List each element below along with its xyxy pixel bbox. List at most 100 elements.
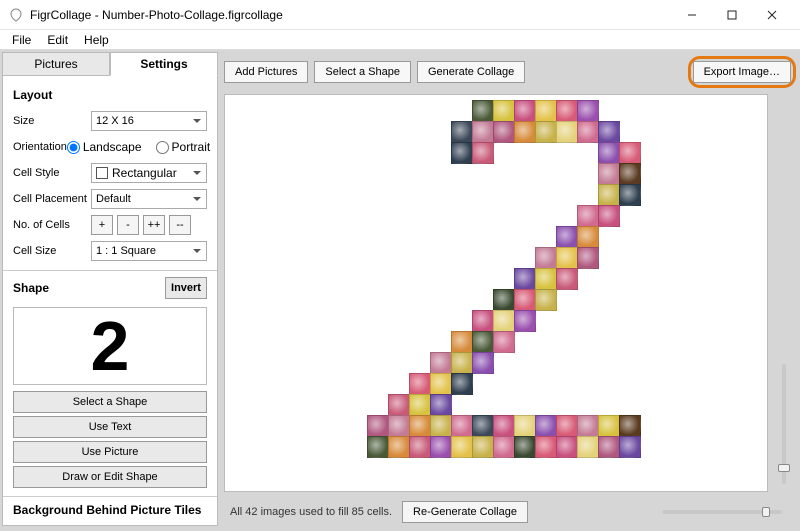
collage-cell[interactable]	[577, 121, 599, 143]
vertical-slider-thumb[interactable]	[778, 464, 790, 472]
collage-cell[interactable]	[535, 415, 557, 437]
collage-cell[interactable]	[451, 142, 473, 164]
collage-cell[interactable]	[493, 310, 515, 332]
orientation-portrait[interactable]: Portrait	[156, 140, 211, 154]
collage-cell[interactable]	[514, 268, 536, 290]
use-picture-button[interactable]: Use Picture	[13, 441, 207, 463]
collage-cell[interactable]	[430, 436, 452, 458]
collage-cell[interactable]	[556, 247, 578, 269]
nocells-minus[interactable]: -	[117, 215, 139, 235]
collage-cell[interactable]	[514, 289, 536, 311]
collage-cell[interactable]	[514, 121, 536, 143]
close-button[interactable]	[752, 0, 792, 29]
horizontal-zoom-slider[interactable]	[538, 510, 790, 514]
orientation-landscape[interactable]: Landscape	[67, 140, 142, 154]
portrait-radio[interactable]	[156, 141, 169, 154]
draw-shape-button[interactable]: Draw or Edit Shape	[13, 466, 207, 488]
collage-cell[interactable]	[535, 436, 557, 458]
collage-cell[interactable]	[577, 226, 599, 248]
use-text-button[interactable]: Use Text	[13, 416, 207, 438]
collage-cell[interactable]	[619, 184, 641, 206]
maximize-button[interactable]	[712, 0, 752, 29]
collage-cell[interactable]	[472, 352, 494, 374]
collage-cell[interactable]	[493, 436, 515, 458]
collage-cell[interactable]	[577, 205, 599, 227]
cellsize-combo[interactable]: 1 : 1 Square	[91, 241, 207, 261]
collage-cell[interactable]	[619, 436, 641, 458]
collage-cell[interactable]	[493, 331, 515, 353]
collage-cell[interactable]	[472, 310, 494, 332]
landscape-radio[interactable]	[67, 141, 80, 154]
collage-cell[interactable]	[556, 415, 578, 437]
collage-cell[interactable]	[472, 415, 494, 437]
collage-cell[interactable]	[556, 436, 578, 458]
collage-cell[interactable]	[388, 415, 410, 437]
collage-cell[interactable]	[598, 121, 620, 143]
select-shape-top-button[interactable]: Select a Shape	[314, 61, 411, 83]
collage-cell[interactable]	[598, 436, 620, 458]
collage-cell[interactable]	[451, 331, 473, 353]
nocells-minusminus[interactable]: --	[169, 215, 191, 235]
collage-cell[interactable]	[451, 436, 473, 458]
collage-cell[interactable]	[472, 436, 494, 458]
collage-cell[interactable]	[577, 415, 599, 437]
generate-collage-button[interactable]: Generate Collage	[417, 61, 525, 83]
menu-help[interactable]: Help	[76, 31, 117, 49]
collage-cell[interactable]	[598, 415, 620, 437]
collage-cell[interactable]	[493, 100, 515, 122]
collage-cell[interactable]	[409, 394, 431, 416]
collage-cell[interactable]	[493, 121, 515, 143]
collage-cell[interactable]	[388, 394, 410, 416]
menu-file[interactable]: File	[4, 31, 39, 49]
collage-cell[interactable]	[535, 268, 557, 290]
nocells-plus[interactable]: +	[91, 215, 113, 235]
collage-cell[interactable]	[409, 436, 431, 458]
cellplacement-combo[interactable]: Default	[91, 189, 207, 209]
collage-cell[interactable]	[451, 373, 473, 395]
collage-cell[interactable]	[619, 163, 641, 185]
collage-cell[interactable]	[556, 268, 578, 290]
collage-cell[interactable]	[514, 436, 536, 458]
collage-cell[interactable]	[409, 373, 431, 395]
collage-cell[interactable]	[556, 226, 578, 248]
add-pictures-button[interactable]: Add Pictures	[224, 61, 308, 83]
horizontal-slider-thumb[interactable]	[762, 507, 770, 517]
minimize-button[interactable]	[672, 0, 712, 29]
collage-cell[interactable]	[388, 436, 410, 458]
collage-cell[interactable]	[556, 100, 578, 122]
collage-cell[interactable]	[598, 142, 620, 164]
collage-cell[interactable]	[598, 163, 620, 185]
tab-pictures[interactable]: Pictures	[2, 52, 110, 76]
collage-cell[interactable]	[535, 289, 557, 311]
cellstyle-combo[interactable]: Rectangular	[91, 163, 207, 183]
collage-cell[interactable]	[430, 415, 452, 437]
nocells-plusplus[interactable]: ++	[143, 215, 165, 235]
collage-cell[interactable]	[598, 205, 620, 227]
collage-cell[interactable]	[514, 310, 536, 332]
collage-cell[interactable]	[556, 121, 578, 143]
invert-button[interactable]: Invert	[165, 277, 207, 299]
collage-cell[interactable]	[472, 331, 494, 353]
collage-cell[interactable]	[535, 121, 557, 143]
collage-cell[interactable]	[367, 415, 389, 437]
collage-canvas[interactable]	[224, 94, 768, 492]
collage-cell[interactable]	[472, 142, 494, 164]
collage-cell[interactable]	[409, 415, 431, 437]
collage-cell[interactable]	[430, 394, 452, 416]
collage-cell[interactable]	[430, 373, 452, 395]
collage-cell[interactable]	[451, 352, 473, 374]
collage-cell[interactable]	[577, 436, 599, 458]
collage-cell[interactable]	[472, 100, 494, 122]
tab-settings[interactable]: Settings	[110, 52, 218, 76]
vertical-zoom-slider[interactable]	[772, 94, 796, 492]
collage-cell[interactable]	[493, 289, 515, 311]
collage-cell[interactable]	[577, 247, 599, 269]
collage-cell[interactable]	[535, 100, 557, 122]
export-image-button[interactable]: Export Image…	[693, 61, 791, 83]
collage-cell[interactable]	[472, 121, 494, 143]
select-shape-button[interactable]: Select a Shape	[13, 391, 207, 413]
collage-cell[interactable]	[451, 121, 473, 143]
collage-cell[interactable]	[493, 415, 515, 437]
collage-cell[interactable]	[619, 415, 641, 437]
regenerate-button[interactable]: Re-Generate Collage	[402, 501, 528, 523]
